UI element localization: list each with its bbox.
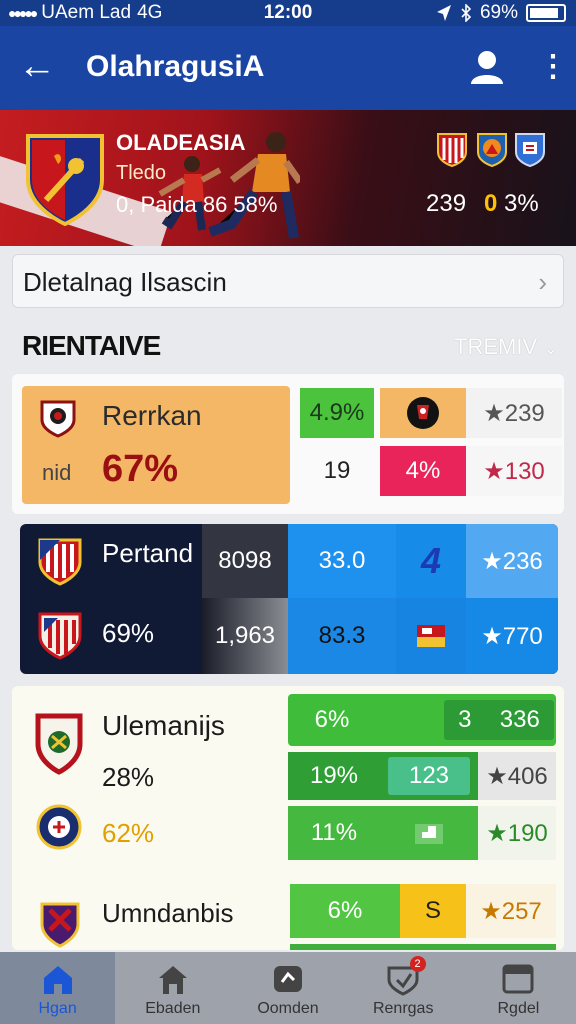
card2-cell-r1c4: ★236 [466,524,558,598]
card2-cell-r1c3: 4 [396,524,466,598]
standing-card-2[interactable]: Pertand 69% 8098 1,963 33.0 83.3 4 ★236 … [20,524,558,674]
mini-crest-blue-icon [515,133,545,168]
team-crest-icon [38,612,82,660]
bluetooth-icon [461,4,472,22]
card1-cell-3: 4% [380,446,466,496]
club-emblem-icon [36,804,82,850]
battery-icon [526,4,566,22]
card3-cell-r1c3: 336 [499,706,540,733]
card3-cell-r2c2: 123 [388,757,470,795]
card3-row5-edge [290,944,556,950]
card2-flag-cell [396,598,466,674]
card3-icon-cell [380,806,478,860]
chevron-right-icon: › [538,267,547,297]
card3-team-name: Ulemanijs [102,710,225,741]
card3-team2-name: Umndanbis [102,898,234,928]
hero-banner[interactable]: OLADEASIA Tledo 0, Paida 86 58% 239 0 3% [0,110,576,246]
team-crest-icon [40,400,76,438]
mini-crest-red-icon [437,133,467,168]
club-badge-icon [407,397,439,429]
banner-stats-line: 0, Paida 86 58% [116,192,278,217]
team-crest-icon [40,902,80,948]
card1-cell-2: 19 [323,457,351,484]
standing-card-3[interactable]: Ulemanijs 28% 62% 6% 3 336 19% 123 ★406 … [12,686,564,950]
card3-cell-r1c2c3: 3 336 [444,700,554,740]
banner-title: OLADEASIA [116,130,246,155]
nav-teams[interactable]: Ebaden [115,952,230,1024]
app-bar: ← OlahragusiA ⋮ [0,26,576,110]
card2-cell-r2c1: 1,963 [202,598,288,674]
nav-more-label: Rgdel [497,1000,540,1017]
banner-score-right: 0 3% [484,190,539,218]
card3-cell-r1c2: 3 [458,706,472,733]
mini-crest-orange-icon [477,133,507,168]
card2-cell-r1c2: 33.0 [288,524,396,598]
nav-home-label: Hgan [38,1000,77,1017]
section-action-label: TREMIV [454,334,538,359]
card3-cell-r2c3: ★406 [478,752,556,800]
card3-cell-r4c1: 6% [290,884,400,938]
card1-cell-4: ★239 [466,388,562,438]
bottom-navigation: Hgan Ebaden Oomden 2 Renrgas Rgdel [0,952,576,1024]
nav-more[interactable]: Rgdel [461,952,576,1024]
house-icon [158,966,187,994]
banner-score-left: 239 [426,190,467,217]
card3-percent-2: 62% [102,818,155,848]
card3-cell-r3c1: 11% [288,806,380,860]
status-bar: ●●●●● UAem Lad 4G 12:00 69% [0,0,576,26]
ticket-icon [274,966,302,992]
card1-prefix: nid [42,460,72,485]
search-bar[interactable]: Dletalnag Ilsascin › [12,254,564,308]
team-crest-icon [38,538,82,586]
team-crest-icon [35,713,83,775]
card2-percent: 69% [102,618,155,648]
card3-cell-r1c1: 6% [314,706,350,733]
more-options-icon[interactable]: ⋮ [538,50,568,84]
banner-score-rest: 3% [504,190,539,217]
card1-team-name: Rerrkan [102,400,202,431]
card3-cell-r2c1: 19% [288,752,380,800]
search-text: Dletalnag Ilsascin [23,267,227,297]
notification-badge: 2 [409,956,426,972]
card2-cell-r2c2: 83.3 [288,598,396,674]
status-right: 69% [436,2,566,24]
card1-percent: 67% [102,448,179,490]
card1-cell-5: ★130 [466,446,562,496]
battery-percent: 69% [479,2,518,23]
nav-results-label: Renrgas [372,1000,434,1017]
nav-teams-label: Ebaden [145,1000,201,1017]
card2-cell-r1c1: 8098 [202,524,288,598]
card3-cell-r4c2: S [400,884,466,938]
location-icon [436,5,451,21]
section-title: RIENTAIVE [22,330,161,361]
nav-results[interactable]: 2 Renrgas [346,952,461,1024]
card3-cell-r3c3: ★190 [478,806,556,860]
nav-matches-label: Oomden [257,1000,319,1017]
chart-icon [415,824,443,844]
card1-team-panel: Rerrkan nid 67% [22,386,290,504]
back-arrow-icon[interactable]: ← [18,46,56,86]
chevron-down-icon: ⌄ [543,338,559,358]
banner-score-gold: 0 [484,190,498,217]
section-action[interactable]: TREMIV ⌄ [454,334,558,360]
card1-flag-cell [380,388,466,438]
card2-team-name: Pertand [102,538,194,568]
standing-card-1[interactable]: Rerrkan nid 67% 4.9% ★239 19 4% ★130 [12,374,564,514]
home-icon [43,966,72,994]
nav-home[interactable]: Hgan [0,952,116,1024]
flag-icon [417,625,445,647]
nav-matches[interactable]: Oomden [230,952,345,1024]
card2-cell-r2c4: ★770 [466,598,558,674]
profile-icon[interactable] [468,48,506,86]
window-icon [502,964,534,994]
card3-percent-1: 28% [102,762,155,792]
banner-subtitle: Tledo [116,162,167,184]
team-crest-icon [26,134,104,227]
card3-cell-r2c2-bg: 123 [380,752,478,800]
app-title: OlahragusiA [86,50,265,83]
card1-cell-1: 4.9% [300,388,374,438]
card3-cell-r4c3: ★257 [466,884,556,938]
